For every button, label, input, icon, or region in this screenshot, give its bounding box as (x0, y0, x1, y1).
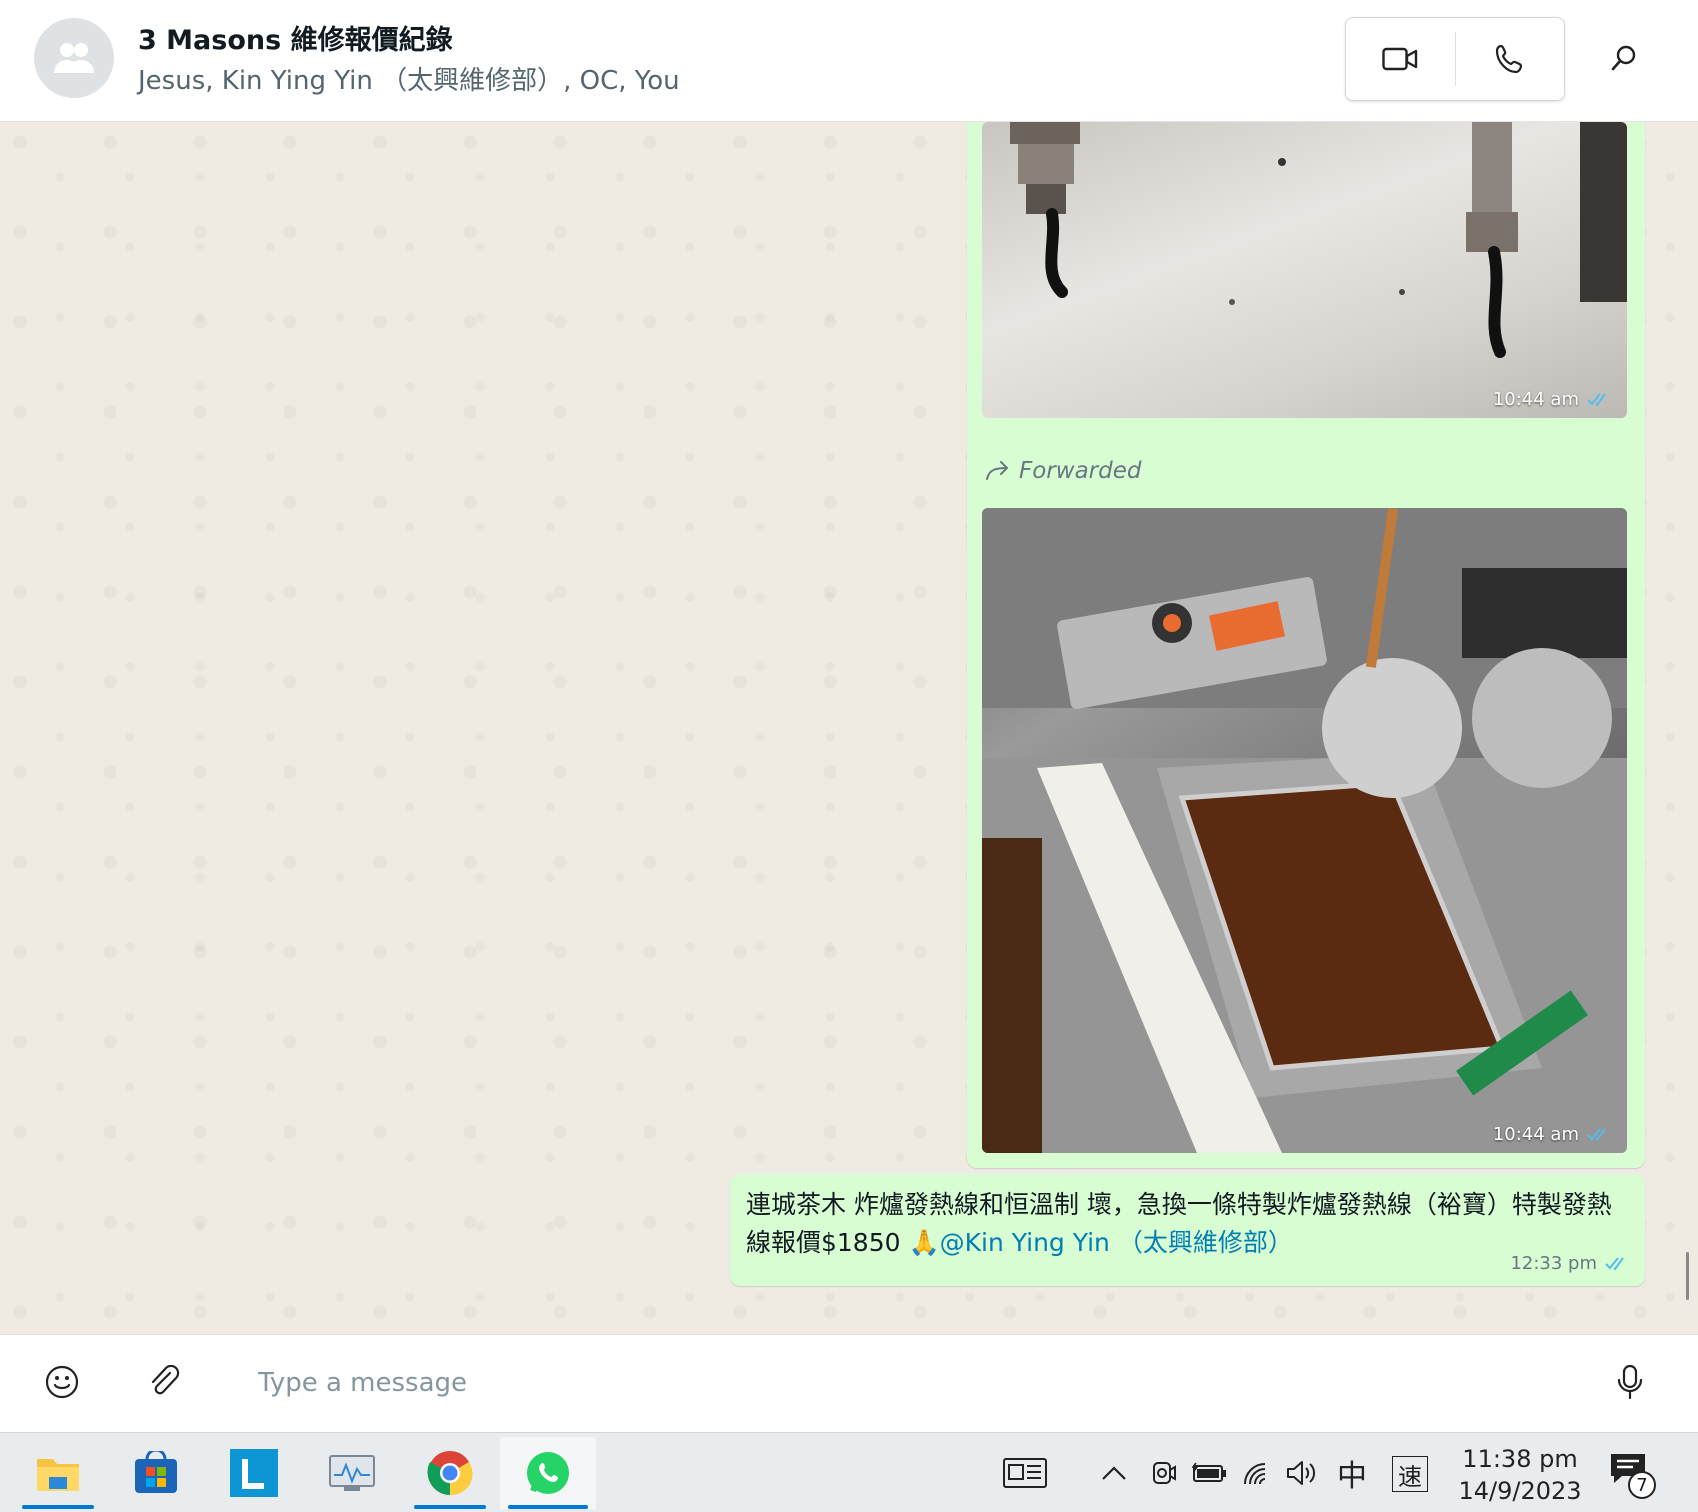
notification-center-button[interactable]: 7 (1606, 1447, 1658, 1499)
webcam-icon (1153, 1462, 1176, 1484)
taskbar-whatsapp[interactable] (500, 1437, 596, 1509)
mention-link[interactable]: @Kin Ying Yin （太興維修部） (940, 1228, 1293, 1257)
tray-camera-status[interactable] (1146, 1447, 1182, 1499)
tray-network[interactable] (1238, 1447, 1276, 1499)
search-icon (1611, 45, 1636, 71)
video-camera-icon (1382, 47, 1418, 71)
chat-header: 3 Masons 維修報價紀錄 Jesus, Kin Ying Yin （太興維… (0, 0, 1698, 122)
chrome-icon (427, 1451, 473, 1496)
chat-participants[interactable]: Jesus, Kin Ying Yin （太興維修部）, OC, You (138, 60, 680, 97)
taskbar-file-explorer[interactable] (14, 1437, 102, 1509)
voice-call-button[interactable] (1456, 18, 1565, 100)
message-bubble-text[interactable]: 連城茶木 炸爐發熱線和恒溫制 壞，急換一條特製炸爐發熱線（裕寶）特製發熱線報價$… (730, 1174, 1645, 1286)
group-icon (54, 43, 94, 73)
chat-title[interactable]: 3 Masons 維修報價紀錄 (138, 18, 453, 57)
clock-time: 11:38 pm (1462, 1445, 1578, 1473)
microphone-icon (1617, 1364, 1643, 1400)
tray-ime-speed[interactable]: 速 (1392, 1456, 1428, 1492)
store-icon (135, 1451, 177, 1493)
call-buttons (1345, 17, 1565, 101)
folder-icon (37, 1459, 79, 1491)
message-time: 12:33 pm (1510, 1253, 1629, 1274)
read-receipt-icon (1605, 1256, 1624, 1271)
taskbar-l-app[interactable] (210, 1437, 298, 1509)
message-composer (0, 1334, 1698, 1432)
forward-arrow-icon (986, 461, 1008, 480)
voice-message-button[interactable] (1610, 1362, 1650, 1402)
emoji-icon (45, 1365, 79, 1399)
read-receipt-icon (1587, 1127, 1606, 1142)
paperclip-icon (151, 1365, 180, 1395)
taskbar-chrome[interactable] (406, 1437, 494, 1509)
speaker-icon (1287, 1461, 1316, 1485)
wifi-icon (1244, 1463, 1266, 1485)
message-photo[interactable]: 10:44 am (982, 122, 1627, 418)
news-icon (1003, 1458, 1047, 1488)
notification-count-badge: 7 (1628, 1471, 1656, 1499)
message-bubble-forwarded-image[interactable]: Forwarded 10:44 am (967, 444, 1645, 1168)
active-indicator (22, 1505, 94, 1509)
windows-taskbar: 中 速 11:38 pm 14/9/2023 7 (0, 1432, 1698, 1512)
active-indicator (414, 1505, 486, 1509)
performance-monitor-icon (329, 1455, 375, 1491)
photo-heating-elements (982, 122, 1627, 418)
chat-messages[interactable]: 10:44 am Forwarded 10:44 am 連城茶木 炸爐發熱線和恒… (0, 122, 1698, 1334)
tray-battery[interactable] (1190, 1447, 1230, 1499)
attach-button[interactable] (144, 1362, 184, 1402)
tray-volume[interactable] (1282, 1447, 1322, 1499)
taskbar-microsoft-store[interactable] (112, 1437, 200, 1509)
tray-show-hidden-icons[interactable] (1096, 1447, 1132, 1499)
letter-l-app-icon (230, 1449, 278, 1497)
search-button[interactable] (1604, 36, 1644, 80)
emoji-button[interactable] (42, 1362, 82, 1402)
taskbar-monitor-app[interactable] (308, 1437, 396, 1509)
phone-icon (1495, 44, 1522, 74)
whatsapp-icon (527, 1452, 569, 1494)
tray-ime-mode[interactable]: 中 (1330, 1447, 1374, 1499)
battery-charging-icon (1192, 1462, 1226, 1482)
message-text: 連城茶木 炸爐發熱線和恒溫制 壞，急換一條特製炸爐發熱線（裕寶）特製發熱線報價$… (746, 1190, 1612, 1257)
chevron-up-icon (1102, 1466, 1126, 1480)
taskbar-clock[interactable]: 11:38 pm 14/9/2023 (1448, 1443, 1592, 1507)
photo-deep-fryer (982, 508, 1627, 1153)
message-time: 10:44 am (1493, 389, 1611, 410)
tray-news-widget[interactable] (998, 1447, 1052, 1499)
forwarded-indicator: Forwarded (985, 458, 1141, 484)
message-time: 10:44 am (1493, 1124, 1611, 1145)
message-photo[interactable]: 10:44 am (982, 508, 1627, 1153)
video-call-button[interactable] (1346, 18, 1455, 100)
message-input[interactable] (238, 1355, 1578, 1411)
clock-date: 14/9/2023 (1458, 1477, 1582, 1505)
read-receipt-icon (1587, 392, 1606, 407)
chat-scrollbar[interactable] (1686, 1252, 1689, 1300)
group-avatar[interactable] (34, 18, 114, 98)
active-indicator (508, 1505, 588, 1509)
